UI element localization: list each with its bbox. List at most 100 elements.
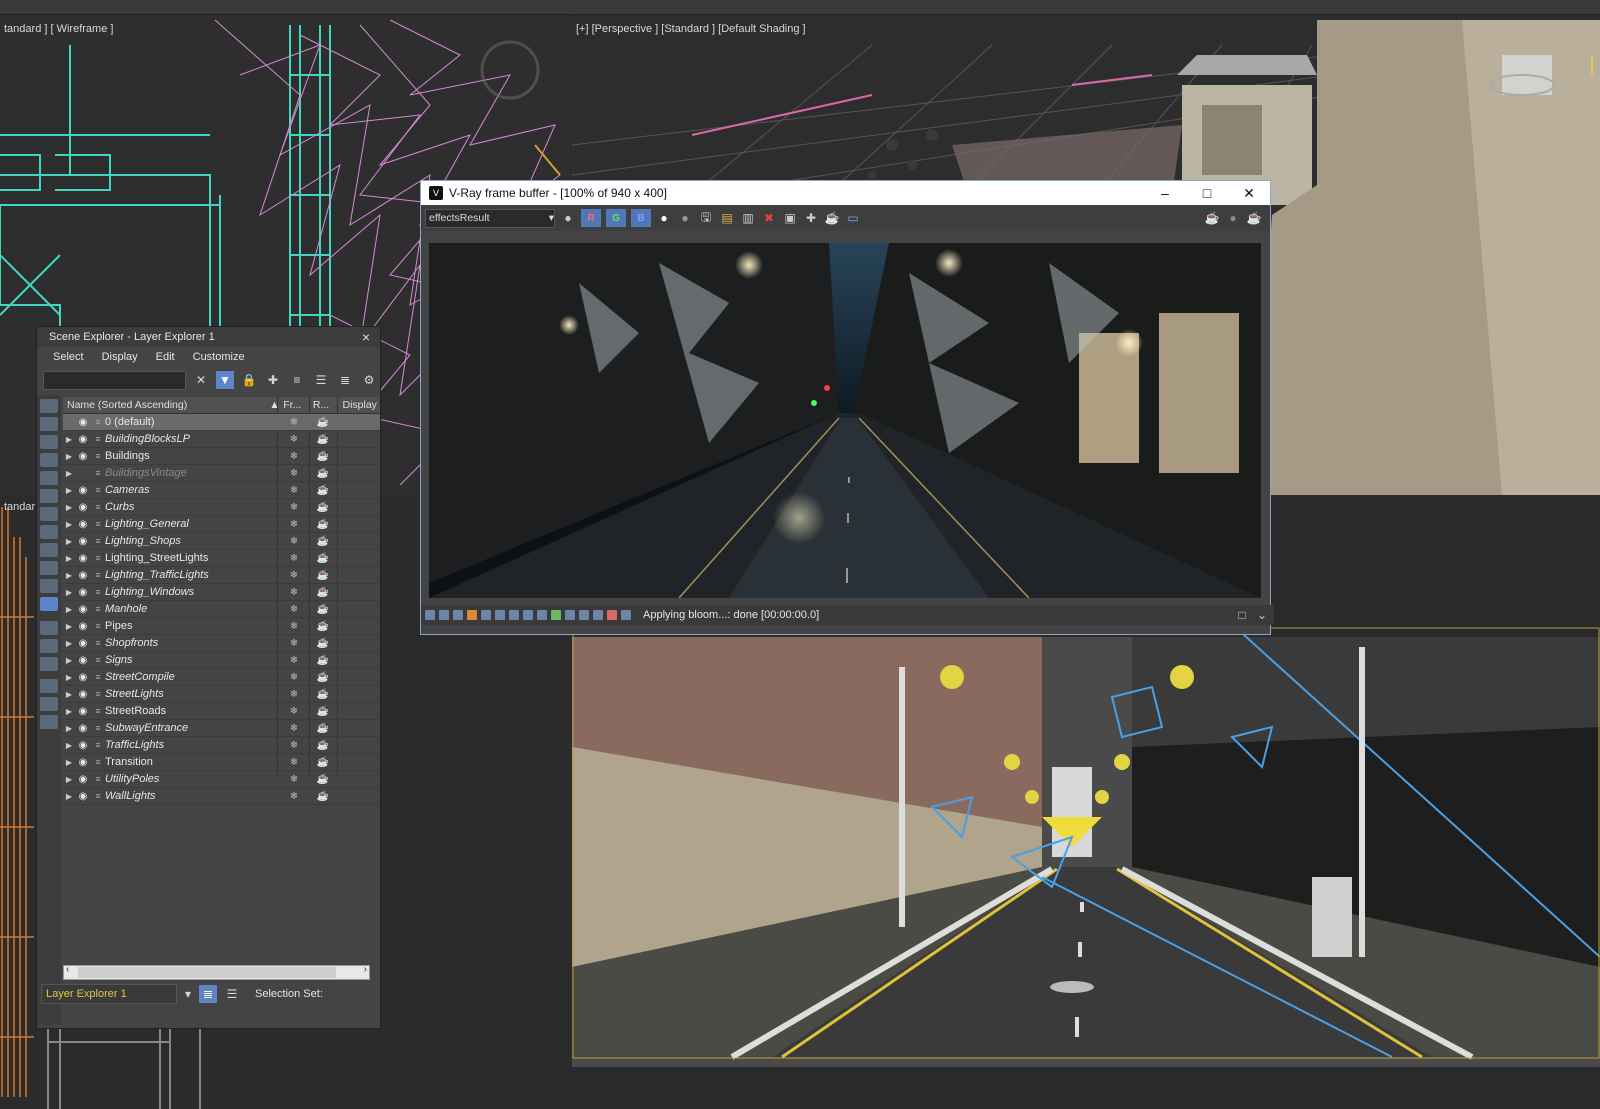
scene-explorer-title-bar[interactable]: Scene Explorer - Layer Explorer 1 ×	[37, 327, 380, 347]
render-icon[interactable]: ☕	[1204, 210, 1220, 226]
layer-row[interactable]: ▶ ◉ ≡ Transition ❄ ☕	[63, 754, 380, 771]
renderable-teapot-icon[interactable]: ☕	[313, 536, 333, 547]
freeze-snowflake-icon[interactable]: ❄	[283, 740, 305, 751]
layer-name[interactable]: StreetLights	[105, 688, 275, 700]
groups-filter-icon[interactable]	[40, 507, 58, 521]
ocio-icon[interactable]	[537, 610, 547, 620]
minimize-button[interactable]: –	[1144, 181, 1186, 205]
background-icon[interactable]	[551, 610, 561, 620]
layer-name[interactable]: SubwayEntrance	[105, 722, 275, 734]
expand-triangle-icon[interactable]: ▶	[63, 571, 75, 580]
sort-by-layers-icon[interactable]: ≣	[199, 985, 217, 1003]
renderable-teapot-icon[interactable]: ☕	[313, 587, 333, 598]
layer-name[interactable]: Shopfronts	[105, 637, 275, 649]
expand-triangle-icon[interactable]: ▶	[63, 724, 75, 733]
visibility-eye-icon[interactable]: ◉	[75, 604, 91, 615]
layer-row[interactable]: ▶ ◉ ≡ WallLights ❄ ☕	[63, 788, 380, 805]
freeze-snowflake-icon[interactable]: ❄	[283, 485, 305, 496]
histogram-icon[interactable]	[509, 610, 519, 620]
maximize-button[interactable]: □	[1186, 181, 1228, 205]
layer-name[interactable]: StreetRoads	[105, 705, 275, 717]
renderable-teapot-icon[interactable]: ☕	[313, 706, 333, 717]
expand-triangle-icon[interactable]: ▶	[63, 792, 75, 801]
freeze-snowflake-icon[interactable]: ❄	[283, 451, 305, 462]
renderable-teapot-icon[interactable]: ☕	[313, 672, 333, 683]
load-icon[interactable]: ▤	[719, 210, 735, 226]
renderable-teapot-icon[interactable]: ☕	[313, 655, 333, 666]
layer-name[interactable]: WallLights	[105, 790, 275, 802]
isolate-icon[interactable]: ⚙	[360, 371, 378, 389]
expand-triangle-icon[interactable]: ▶	[63, 486, 75, 495]
freeze-snowflake-icon[interactable]: ❄	[283, 672, 305, 683]
visibility-eye-icon[interactable]: ◉	[75, 757, 91, 768]
freeze-snowflake-icon[interactable]: ❄	[283, 604, 305, 615]
menu-edit[interactable]: Edit	[156, 351, 175, 363]
filter-funnel-icon[interactable]	[40, 679, 58, 693]
layer-row[interactable]: ▶ ◉ ≡ Shopfronts ❄ ☕	[63, 635, 380, 652]
freeze-snowflake-icon[interactable]: ❄	[283, 553, 305, 564]
create-layer-icon[interactable]: ✚	[264, 371, 282, 389]
ab-compare-icon[interactable]	[607, 610, 617, 620]
freeze-snowflake-icon[interactable]: ❄	[283, 774, 305, 785]
color-correction-icon[interactable]	[439, 610, 449, 620]
exposure-icon[interactable]	[481, 610, 491, 620]
renderable-teapot-icon[interactable]: ☕	[313, 621, 333, 632]
visibility-eye-icon[interactable]: ◉	[75, 570, 91, 581]
visibility-eye-icon[interactable]: ◉	[75, 519, 91, 530]
layer-name[interactable]: Buildings	[105, 450, 275, 462]
channel-r-button[interactable]: R	[581, 209, 601, 227]
vfb-title-bar[interactable]: V V-Ray frame buffer - [100% of 940 x 40…	[421, 181, 1270, 205]
layer-name[interactable]: Signs	[105, 654, 275, 666]
column-display-header[interactable]: Display	[342, 399, 380, 411]
interactive-render-icon[interactable]: ☕	[1246, 210, 1262, 226]
expand-triangle-icon[interactable]: ▶	[63, 673, 75, 682]
menu-customize[interactable]: Customize	[193, 351, 245, 363]
expand-triangle-icon[interactable]: ▶	[63, 554, 75, 563]
scroll-left-icon[interactable]: ‹	[66, 964, 69, 975]
hidden-filter-icon[interactable]	[40, 597, 58, 611]
visibility-eye-icon[interactable]: ◉	[75, 672, 91, 683]
layer-row[interactable]: ▶ ◉ ≡ Lighting_StreetLights ❄ ☕	[63, 550, 380, 567]
clear-icon[interactable]: ✖	[761, 210, 777, 226]
lock-icon[interactable]: 🔒	[240, 371, 258, 389]
horizontal-scrollbar[interactable]: ‹ ›	[63, 964, 370, 980]
hide-panel-icon[interactable]	[593, 610, 603, 620]
renderable-teapot-icon[interactable]: ☕	[313, 502, 333, 513]
visibility-eye-icon[interactable]: ◉	[75, 434, 91, 445]
expand-triangle-icon[interactable]: ▶	[63, 588, 75, 597]
visibility-eye-icon[interactable]: ◉	[75, 774, 91, 785]
invert-filter-icon[interactable]	[40, 657, 58, 671]
layer-row[interactable]: ▶ ◉ ≡ UtilityPoles ❄ ☕	[63, 771, 380, 788]
xrefs-filter-icon[interactable]	[40, 525, 58, 539]
info-icon[interactable]	[453, 610, 463, 620]
duplicate-icon[interactable]: ▥	[740, 210, 756, 226]
layer-name[interactable]: Cameras	[105, 484, 275, 496]
add-to-layer-icon[interactable]: ≡	[288, 371, 306, 389]
layer-name[interactable]: Transition	[105, 756, 275, 768]
menu-display[interactable]: Display	[102, 351, 138, 363]
freeze-snowflake-icon[interactable]: ❄	[283, 502, 305, 513]
all-filter-icon[interactable]	[40, 621, 58, 635]
cameras-filter-icon[interactable]	[40, 453, 58, 467]
search-input[interactable]	[43, 370, 186, 390]
expand-triangle-icon[interactable]: ▶	[63, 435, 75, 444]
layer-name[interactable]: TrafficLights	[105, 739, 275, 751]
freeze-snowflake-icon[interactable]: ❄	[283, 570, 305, 581]
visibility-eye-icon[interactable]: ◉	[75, 740, 91, 751]
layer-name[interactable]: BuildingsVintage	[105, 467, 275, 479]
layer-name[interactable]: BuildingBlocksLP	[105, 433, 275, 445]
curve-icon[interactable]	[495, 610, 505, 620]
visibility-eye-icon[interactable]: ◉	[75, 485, 91, 496]
column-render-header[interactable]: R...	[313, 399, 343, 411]
layer-name[interactable]: Manhole	[105, 603, 275, 615]
expand-triangle-icon[interactable]: ▶	[63, 741, 75, 750]
expand-triangle-icon[interactable]: ▶	[63, 537, 75, 546]
freeze-snowflake-icon[interactable]: ❄	[283, 519, 305, 530]
selection-set-filter-icon[interactable]	[40, 715, 58, 729]
filter-icon[interactable]: ▼	[216, 371, 234, 389]
layer-row[interactable]: ▶ ◉ ≡ Lighting_Windows ❄ ☕	[63, 584, 380, 601]
stamp-icon[interactable]	[565, 610, 575, 620]
lut-icon[interactable]	[523, 610, 533, 620]
visibility-eye-icon[interactable]: ◉	[75, 502, 91, 513]
close-button[interactable]: ✕	[1228, 181, 1270, 205]
